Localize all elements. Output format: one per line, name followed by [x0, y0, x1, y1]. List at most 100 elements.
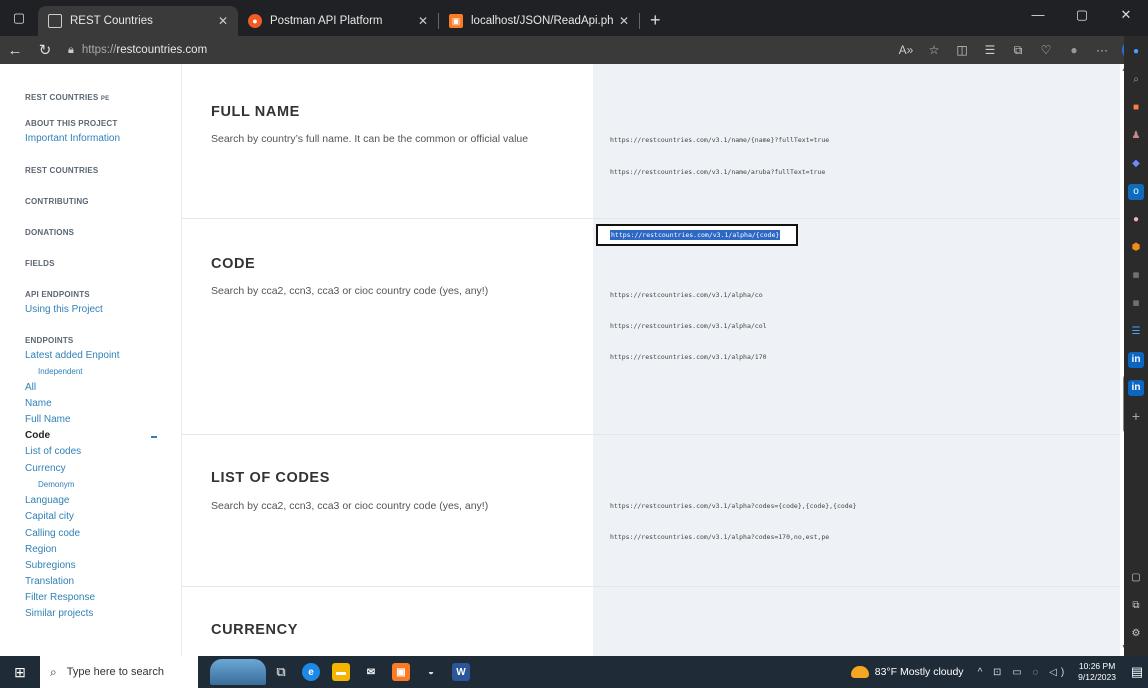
section-desc-full-name: Search by country’s full name. It can be…: [211, 133, 529, 145]
cloudy-weather-icon: [850, 666, 869, 678]
sidebar-item-subregions[interactable]: Subregions: [25, 560, 76, 571]
people-icon[interactable]: ♟: [1128, 128, 1144, 144]
sidebar-head-api-endpoints[interactable]: API ENDPOINTS: [25, 290, 90, 299]
extensions-icon[interactable]: ♡: [1032, 43, 1060, 57]
task-view-icon[interactable]: ⧉: [266, 656, 296, 688]
game-icon[interactable]: ●: [1128, 212, 1144, 228]
sidebar-brand[interactable]: REST COUNTRIES PE: [25, 93, 109, 102]
lock-icon[interactable]: 🔒︎: [68, 44, 74, 57]
office-icon[interactable]: ⬢: [1128, 240, 1144, 256]
sidebar-item-similar-projects[interactable]: Similar projects: [25, 608, 93, 619]
sidebar-item-calling-code[interactable]: Calling code: [25, 528, 80, 539]
section-divider: [182, 218, 1124, 219]
list-icon[interactable]: ☰: [1128, 324, 1144, 340]
section-title-full-name: FULL NAME: [211, 104, 300, 120]
sidebar-head-rest-countries[interactable]: REST COUNTRIES: [25, 166, 98, 175]
tab-actions-icon[interactable]: ▢: [0, 0, 38, 36]
new-tab-button[interactable]: +: [640, 10, 671, 31]
sidebar-item-region[interactable]: Region: [25, 544, 57, 555]
section-desc-code: Search by cca2, ccn3, cca3 or cioc count…: [211, 285, 489, 297]
sidebar-head-contributing[interactable]: CONTRIBUTING: [25, 197, 89, 206]
page-icon: [48, 14, 62, 28]
sidebar-head-donations[interactable]: DONATIONS: [25, 228, 74, 237]
tab-postman[interactable]: ● Postman API Platform ✕: [238, 6, 438, 36]
window-icon[interactable]: ▢: [1128, 570, 1144, 586]
highlighted-code-box: https://restcountries.com/v3.1/alpha/{co…: [596, 224, 798, 246]
search-placeholder: Type here to search: [66, 666, 164, 678]
copilot-icon[interactable]: ◆: [1128, 156, 1144, 172]
windows-start-icon[interactable]: ⊞: [0, 664, 40, 681]
outlook-icon[interactable]: o: [1128, 184, 1144, 200]
close-icon[interactable]: ✕: [418, 14, 428, 28]
sidebar-item-full-name[interactable]: Full Name: [25, 414, 71, 425]
gear-icon[interactable]: ⚙: [1128, 626, 1144, 642]
close-icon[interactable]: ✕: [619, 14, 629, 28]
edge-icon[interactable]: e: [296, 656, 326, 688]
browser-tab-bar: ▢ REST Countries ✕ ● Postman API Platfor…: [0, 0, 1148, 36]
word-icon[interactable]: W: [446, 656, 476, 688]
favorites-icon[interactable]: ☰: [976, 43, 1004, 57]
sidebar-head-fields[interactable]: FIELDS: [25, 259, 55, 268]
linkedin-icon[interactable]: in: [1128, 380, 1144, 396]
split-screen-icon[interactable]: ◫: [948, 43, 976, 57]
tools-icon[interactable]: ▦: [1128, 268, 1144, 284]
refresh-icon[interactable]: ↻: [30, 41, 60, 59]
search-icon[interactable]: ⌕: [1128, 72, 1144, 88]
profile-avatar-icon[interactable]: ●: [1060, 43, 1088, 57]
more-icon[interactable]: ···: [1088, 43, 1116, 57]
tab-rest-countries[interactable]: REST Countries ✕: [38, 6, 238, 36]
sidebar-head-about[interactable]: ABOUT THIS PROJECT: [25, 119, 118, 128]
sidebar-item-filter-response[interactable]: Filter Response: [25, 592, 95, 603]
close-icon[interactable]: ✕: [218, 14, 228, 28]
windows-taskbar: ⊞ ⌕ Type here to search ⧉ e ▬ ✉ ▣ ◒ W 83…: [0, 656, 1148, 688]
sidebar-item-code[interactable]: Code: [25, 430, 50, 441]
weather-widget[interactable]: 83°F Mostly cloudy: [850, 666, 964, 678]
photos-icon[interactable]: ◒: [416, 656, 446, 688]
apps-icon[interactable]: ▦: [1128, 296, 1144, 312]
notifications-icon[interactable]: ▤: [1126, 664, 1148, 680]
bell-icon[interactable]: ●: [1128, 44, 1144, 60]
add-icon[interactable]: +: [1128, 408, 1144, 424]
sidebar-item-capital[interactable]: Capital city: [25, 511, 74, 522]
file-explorer-icon[interactable]: ▬: [326, 656, 356, 688]
tray-icons[interactable]: ^ ⊡ ▭ ◌ ◁): [978, 667, 1069, 678]
back-icon[interactable]: ←: [0, 42, 30, 59]
url-field[interactable]: 🔒︎ https://restcountries.com: [68, 39, 788, 61]
read-aloud-icon[interactable]: A»: [892, 43, 920, 57]
clock[interactable]: 10:26 PM 9/12/2023: [1078, 661, 1116, 683]
tab-localhost[interactable]: ▣ localhost/JSON/ReadApi.php ✕: [439, 6, 639, 36]
sidebar-item-all[interactable]: All: [25, 382, 36, 393]
sidebar-item-latest[interactable]: Latest added Enpoint: [25, 350, 120, 361]
sidebar-item-list-of-codes[interactable]: List of codes: [25, 446, 81, 457]
section-title-code: CODE: [211, 256, 256, 272]
clock-time: 10:26 PM: [1078, 661, 1116, 671]
favorite-star-icon[interactable]: ☆: [920, 43, 948, 57]
mail-icon[interactable]: ✉: [356, 656, 386, 688]
news-widget-image[interactable]: [210, 659, 266, 685]
sidebar-item-translation[interactable]: Translation: [25, 576, 74, 587]
sidebar-item-name[interactable]: Name: [25, 398, 52, 409]
search-icon: ⌕: [50, 664, 57, 679]
collections-icon[interactable]: ⧉: [1004, 43, 1032, 58]
sidebar-item-language[interactable]: Language: [25, 495, 70, 506]
restore-icon[interactable]: ▢: [1060, 0, 1104, 30]
external-icon[interactable]: ⧉: [1128, 598, 1144, 614]
sidebar-head-endpoints[interactable]: ENDPOINTS: [25, 336, 73, 345]
clock-date: 9/12/2023: [1078, 672, 1116, 682]
sidebar-link-using[interactable]: Using this Project: [25, 304, 103, 315]
current-item-indicator: [151, 436, 157, 438]
section-title-currency: CURRENCY: [211, 622, 298, 638]
briefcase-icon[interactable]: ■: [1128, 100, 1144, 116]
taskbar-search-input[interactable]: ⌕ Type here to search: [40, 656, 198, 688]
sidebar-link-important[interactable]: Important Information: [25, 133, 120, 144]
minimize-icon[interactable]: —: [1016, 0, 1060, 30]
sidebar-item-currency[interactable]: Currency: [25, 463, 66, 474]
xampp-icon[interactable]: ▣: [386, 656, 416, 688]
close-window-icon[interactable]: ✕: [1104, 0, 1148, 30]
xampp-icon: ▣: [449, 14, 463, 28]
edge-sidebar: ● ⌕ ■ ♟ ◆ o ● ⬢ ▦ ▦ ☰ in in + ▢ ⧉ ⚙: [1124, 36, 1148, 656]
linkedin-icon[interactable]: in: [1128, 352, 1144, 368]
sidebar-item-independent[interactable]: Independent: [38, 367, 83, 376]
selected-code-example[interactable]: https://restcountries.com/v3.1/alpha/{co…: [610, 230, 781, 240]
sidebar-item-demonym[interactable]: Demonym: [38, 480, 74, 489]
